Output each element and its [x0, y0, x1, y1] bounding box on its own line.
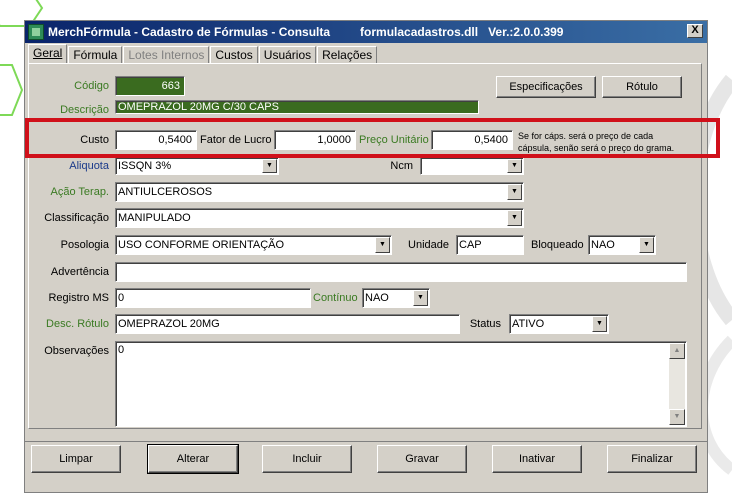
classificacao-select[interactable]: MANIPULADO ▼: [115, 208, 524, 228]
codigo-label: Código: [74, 80, 109, 92]
tab-usuarios[interactable]: Usuários: [258, 46, 317, 64]
main-window: MerchFórmula - Cadastro de Fórmulas - Co…: [24, 20, 708, 493]
posologia-label: Posologia: [60, 239, 109, 251]
chevron-down-icon[interactable]: ▼: [639, 237, 654, 253]
chevron-down-icon[interactable]: ▼: [507, 159, 522, 173]
scroll-down-icon[interactable]: ▼: [669, 409, 685, 425]
preco-note: Se for cáps. será o preço de cada cápsul…: [518, 130, 674, 154]
close-window-button[interactable]: X: [687, 24, 703, 38]
fator-lucro-label: Fator de Lucro: [200, 134, 272, 146]
preco-unitario-field[interactable]: 0,5400: [431, 130, 513, 150]
custo-label: Custo: [80, 134, 109, 146]
status-label: Status: [469, 318, 501, 330]
desc-rotulo-label: Desc. Rótulo: [46, 318, 109, 330]
aliquota-select[interactable]: ISSQN 3% ▼: [115, 157, 279, 175]
posologia-value: USO CONFORME ORIENTAÇÃO: [118, 239, 285, 251]
continuo-label: Contínuo: [313, 292, 358, 304]
fator-lucro-field[interactable]: 1,0000: [274, 130, 356, 150]
observacoes-textarea[interactable]: 0 ▲ ▼: [115, 341, 687, 427]
codigo-field[interactable]: 663: [115, 76, 185, 96]
chevron-down-icon[interactable]: ▼: [507, 210, 522, 226]
especificacoes-button[interactable]: Especificações: [496, 76, 596, 98]
title-bar[interactable]: MerchFórmula - Cadastro de Fórmulas - Co…: [25, 21, 707, 43]
tab-formula[interactable]: Fórmula: [68, 46, 123, 64]
finalizar-button[interactable]: Finalizar: [607, 445, 697, 473]
observacoes-value: 0: [118, 344, 125, 356]
tab-lotes-internos: Lotes Internos: [123, 46, 210, 64]
advertencia-label: Advertência: [50, 266, 109, 278]
limpar-button[interactable]: Limpar: [31, 445, 121, 473]
status-select[interactable]: ATIVO ▼: [509, 314, 609, 334]
advertencia-field[interactable]: [115, 262, 687, 282]
observacoes-label: Observações: [44, 345, 109, 357]
tab-custos[interactable]: Custos: [210, 46, 258, 64]
action-bar: [25, 441, 707, 493]
desc-rotulo-field[interactable]: OMEPRAZOL 20MG: [115, 314, 460, 334]
dll-name: formulacadastros.dll: [360, 25, 479, 39]
chevron-down-icon[interactable]: ▼: [375, 237, 390, 253]
preco-unitario-label: Preço Unitário: [359, 134, 429, 146]
chevron-down-icon[interactable]: ▼: [592, 316, 607, 332]
descricao-label: Descrição: [60, 104, 109, 116]
registro-ms-field[interactable]: 0: [115, 288, 311, 308]
close-icon: X: [691, 24, 699, 36]
descricao-field[interactable]: OMEPRAZOL 20MG C/30 CAPS: [115, 100, 479, 114]
acao-terap-label: Ação Terap.: [50, 186, 109, 198]
unidade-label: Unidade: [408, 239, 449, 251]
ncm-label: Ncm: [390, 160, 413, 172]
bloqueado-select[interactable]: NAO ▼: [588, 235, 656, 255]
rotulo-button[interactable]: Rótulo: [602, 76, 682, 98]
unidade-field[interactable]: CAP: [456, 235, 524, 255]
version-label: Ver.:2.0.0.399: [488, 25, 564, 39]
tab-strip: Geral Fórmula Lotes Internos Custos Usuá…: [28, 44, 378, 64]
aliquota-value: ISSQN 3%: [118, 160, 172, 172]
tab-geral[interactable]: Geral: [28, 44, 68, 64]
ncm-select[interactable]: ▼: [420, 157, 524, 175]
inativar-button[interactable]: Inativar: [492, 445, 582, 473]
classificacao-value: MANIPULADO: [118, 212, 191, 224]
window-title: MerchFórmula - Cadastro de Fórmulas - Co…: [48, 25, 331, 39]
app-logo-icon: [28, 24, 44, 40]
custo-field[interactable]: 0,5400: [115, 130, 197, 150]
gravar-button[interactable]: Gravar: [377, 445, 467, 473]
aliquota-label: Aliquota: [69, 160, 109, 172]
posologia-select[interactable]: USO CONFORME ORIENTAÇÃO ▼: [115, 235, 392, 255]
acao-terap-value: ANTIULCEROSOS: [118, 186, 213, 198]
preco-note-line2: cápsula, senão será o preço do grama.: [518, 143, 675, 153]
geral-panel: Código 663 Especificações Rótulo Descriç…: [28, 63, 702, 429]
continuo-value: NAO: [365, 292, 389, 304]
registro-ms-label: Registro MS: [48, 292, 109, 304]
alterar-button[interactable]: Alterar: [147, 444, 239, 474]
bloqueado-label: Bloqueado: [531, 239, 584, 251]
acao-terap-select[interactable]: ANTIULCEROSOS ▼: [115, 182, 524, 202]
classificacao-label: Classificação: [44, 212, 109, 224]
preco-note-line1: Se for cáps. será o preço de cada: [518, 131, 654, 141]
observacoes-scrollbar[interactable]: ▲ ▼: [669, 343, 685, 425]
chevron-down-icon[interactable]: ▼: [413, 290, 428, 306]
chevron-down-icon[interactable]: ▼: [262, 159, 277, 173]
status-value: ATIVO: [512, 318, 545, 330]
tab-relacoes[interactable]: Relações: [317, 46, 378, 64]
bloqueado-value: NAO: [591, 239, 615, 251]
incluir-button[interactable]: Incluir: [262, 445, 352, 473]
chevron-down-icon[interactable]: ▼: [507, 184, 522, 200]
scroll-up-icon[interactable]: ▲: [669, 343, 685, 359]
continuo-select[interactable]: NAO ▼: [362, 288, 430, 308]
